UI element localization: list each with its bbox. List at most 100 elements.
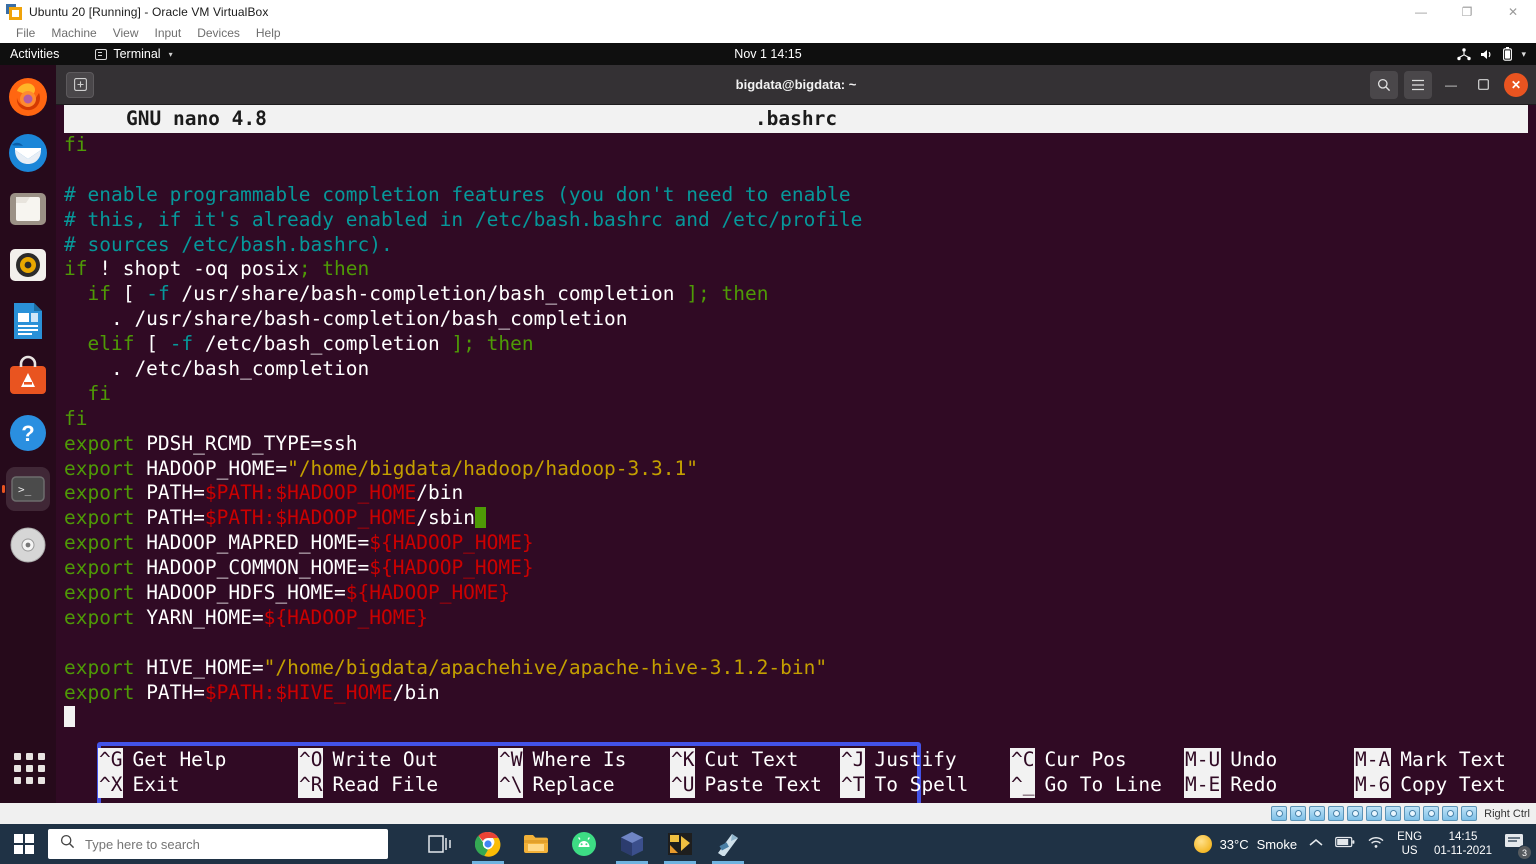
dock-item-ubuntu-software[interactable]: [6, 355, 50, 399]
dock-item-firefox[interactable]: [6, 75, 50, 119]
maximize-button[interactable]: ❐: [1444, 0, 1490, 24]
nano-shortcut[interactable]: ^X Exit: [98, 773, 298, 798]
nano-shortcut-label: Replace: [532, 773, 615, 797]
nano-shortcut[interactable]: M-E Redo: [1184, 773, 1354, 798]
gnome-clock[interactable]: Nov 1 14:15: [734, 47, 801, 61]
nano-shortcut[interactable]: ^U Paste Text: [670, 773, 840, 798]
mouse-integration-icon[interactable]: [1423, 806, 1440, 821]
app-menu-terminal[interactable]: Terminal ▾: [95, 47, 173, 61]
nano-shortcut[interactable]: ^T To Spell: [840, 773, 1010, 798]
terminal-maximize-button[interactable]: [1470, 72, 1496, 98]
virtualbox-menubar: File Machine View Input Devices Help: [0, 24, 1536, 43]
floppy-drive-icon[interactable]: [1309, 806, 1326, 821]
show-applications-button[interactable]: [6, 745, 50, 789]
show-hidden-icons-button[interactable]: [1309, 835, 1323, 853]
nano-shortcut[interactable]: ^J Justify: [840, 748, 1010, 773]
nano-line: # enable programmable completion feature…: [64, 183, 1536, 208]
nano-shortcut[interactable]: ^O Write Out: [298, 748, 498, 773]
dock-item-disk[interactable]: [6, 523, 50, 567]
nano-token: -f: [169, 332, 194, 356]
language-indicator[interactable]: ENG US: [1397, 830, 1422, 858]
wifi-icon[interactable]: [1367, 835, 1385, 854]
taskbar-search-box[interactable]: [48, 829, 388, 859]
host-key-icon[interactable]: [1461, 806, 1478, 821]
gnome-system-tray[interactable]: ▾: [1457, 47, 1526, 61]
chevron-down-icon[interactable]: ▾: [1521, 49, 1526, 60]
file-explorer-icon[interactable]: [522, 830, 550, 858]
shared-folders-icon[interactable]: [1366, 806, 1383, 821]
nano-shortcut[interactable]: M-6 Copy Text: [1354, 773, 1506, 798]
menu-help[interactable]: Help: [248, 24, 289, 43]
hamburger-menu-button[interactable]: [1404, 70, 1432, 99]
nano-token: ! shopt -oq posix: [87, 257, 299, 281]
nano-shortcut[interactable]: ^W Where Is: [498, 748, 670, 773]
battery-icon[interactable]: [1335, 835, 1355, 853]
nano-token: export: [64, 506, 135, 530]
nano-line: [64, 631, 1536, 656]
nano-token: fi: [64, 406, 88, 430]
nano-line: . /etc/bash_completion: [64, 357, 1536, 382]
weather-widget[interactable]: 33°C Smoke: [1193, 835, 1297, 853]
nano-text-area[interactable]: fi # enable programmable completion feat…: [56, 133, 1536, 728]
nano-shortcut[interactable]: ^C Cur Pos: [1010, 748, 1184, 773]
nano-token: PATH=: [134, 680, 205, 704]
store-app-icon[interactable]: [712, 830, 744, 864]
nano-token: fi: [64, 381, 111, 405]
network-adapter-icon[interactable]: [1328, 806, 1345, 821]
nano-shortcut-label: Go To Line: [1044, 773, 1162, 797]
minimize-button[interactable]: —: [1398, 0, 1444, 24]
menu-file[interactable]: File: [8, 24, 43, 43]
android-studio-icon[interactable]: [570, 830, 598, 858]
nano-shortcut[interactable]: ^R Read File: [298, 773, 498, 798]
taskbar-system-tray: 33°C Smoke ENG US 14:15 01-11-2021 3: [1193, 830, 1536, 860]
menu-input[interactable]: Input: [147, 24, 190, 43]
taskbar-clock[interactable]: 14:15 01-11-2021: [1434, 830, 1492, 858]
dock-item-thunderbird[interactable]: [6, 131, 50, 175]
nano-titlebar: GNU nano 4.8 .bashrc: [64, 105, 1528, 133]
menu-machine[interactable]: Machine: [43, 24, 104, 43]
svg-text:?: ?: [21, 421, 34, 446]
dock-item-rhythmbox[interactable]: [6, 243, 50, 287]
recording-icon[interactable]: [1404, 806, 1421, 821]
notepad-app-icon[interactable]: [664, 830, 696, 864]
terminal-minimize-button[interactable]: —: [1438, 72, 1464, 98]
optical-drive-icon[interactable]: [1290, 806, 1307, 821]
taskbar-pinned-apps: [426, 830, 744, 864]
nano-shortcut[interactable]: ^G Get Help: [98, 748, 298, 773]
new-tab-button[interactable]: [66, 71, 94, 98]
nano-token: ${HADOOP_HOME}: [263, 605, 428, 629]
virtualbox-taskbar-icon[interactable]: [616, 830, 648, 864]
menu-view[interactable]: View: [105, 24, 147, 43]
nano-line: export HADOOP_MAPRED_HOME=${HADOOP_HOME}: [64, 531, 1536, 556]
google-chrome-icon[interactable]: [472, 830, 504, 864]
close-button[interactable]: ✕: [1490, 0, 1536, 24]
dock-item-terminal[interactable]: >_: [6, 467, 50, 511]
notification-center-button[interactable]: 3: [1504, 832, 1532, 860]
display-icon[interactable]: [1385, 806, 1402, 821]
nano-shortcut[interactable]: ^_ Go To Line: [1010, 773, 1184, 798]
clock-date: 01-11-2021: [1434, 845, 1492, 857]
menu-devices[interactable]: Devices: [189, 24, 248, 43]
screen-root: Ubuntu 20 [Running] - Oracle VM VirtualB…: [0, 0, 1536, 864]
dock-item-help[interactable]: ?: [6, 411, 50, 455]
dock-item-libreoffice-writer[interactable]: [6, 299, 50, 343]
nano-shortcut[interactable]: M-A Mark Text: [1354, 748, 1506, 773]
guest-additions-icon[interactable]: [1442, 806, 1459, 821]
task-view-icon[interactable]: [426, 830, 454, 858]
search-button[interactable]: [1370, 70, 1398, 99]
terminal-close-button[interactable]: ✕: [1504, 72, 1528, 97]
start-button[interactable]: [0, 824, 48, 864]
nano-filename: .bashrc: [754, 106, 838, 130]
hard-disk-icon[interactable]: [1271, 806, 1288, 821]
activities-button[interactable]: Activities: [10, 47, 59, 61]
nano-line: [64, 158, 1536, 183]
usb-icon[interactable]: [1347, 806, 1364, 821]
nano-shortcut[interactable]: ^\ Replace: [498, 773, 670, 798]
nano-shortcut[interactable]: ^K Cut Text: [670, 748, 840, 773]
nano-shortcut-label: Exit: [132, 773, 180, 797]
guest-screen: Activities Terminal ▾ Nov 1 14:15 ▾ ? >_…: [0, 43, 1536, 803]
nano-token: export: [64, 581, 135, 605]
dock-item-files[interactable]: [6, 187, 50, 231]
search-input[interactable]: [85, 836, 355, 852]
nano-shortcut[interactable]: M-U Undo: [1184, 748, 1354, 773]
